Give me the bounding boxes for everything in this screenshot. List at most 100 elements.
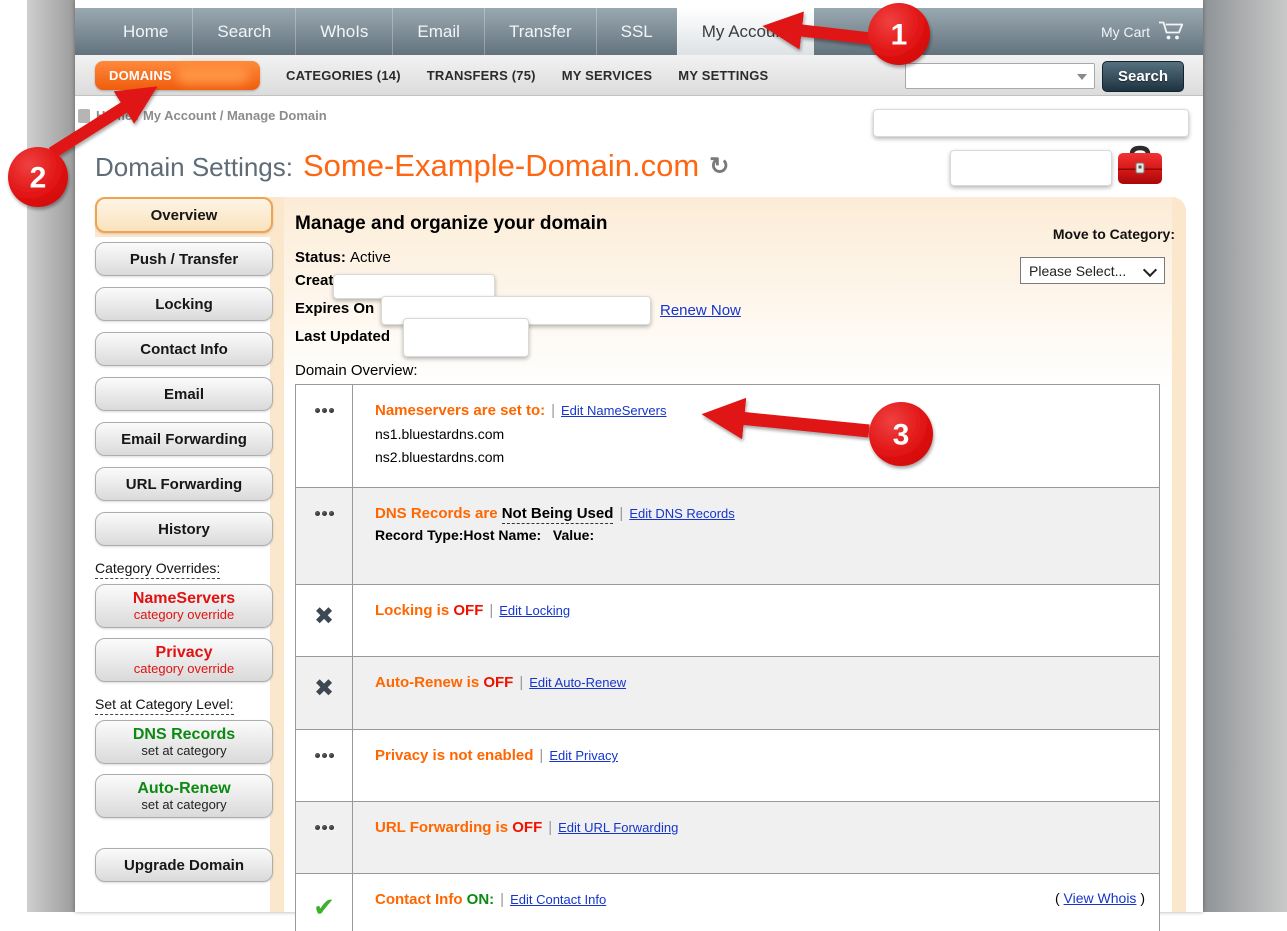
domain-overview-label: Domain Overview: bbox=[295, 362, 418, 379]
renew-now-container: Renew Now bbox=[660, 302, 741, 319]
x-mark-icon: ✖ bbox=[314, 605, 334, 656]
row-status-cell: ✔ bbox=[296, 874, 353, 931]
table-row-edit-locking: ✖ Locking is OFF|Edit Locking bbox=[296, 585, 1159, 657]
status-line: Status: Active bbox=[295, 249, 391, 266]
row-title-part: URL Forwarding is bbox=[375, 819, 512, 836]
sidebar-item-email-forwarding[interactable]: Email Forwarding bbox=[95, 422, 273, 456]
table-row-edit-dns-records: DNS Records are Not Being Used | Edit DNS … bbox=[296, 488, 1159, 585]
row-title: DNS Records are Not Being Used | Edit DNS … bbox=[375, 505, 1143, 522]
row-content-cell: Nameservers are set to:|Edit NameServers… bbox=[353, 385, 1159, 487]
edit-link-edit-dns-records[interactable]: Edit DNS Records bbox=[629, 506, 734, 521]
edit-link-edit-privacy[interactable]: Edit Privacy bbox=[549, 748, 618, 763]
sidebar-section-category-overrides: Category Overrides: bbox=[95, 560, 273, 576]
row-title-part: OFF bbox=[512, 819, 542, 836]
redacted-blur bbox=[177, 66, 249, 84]
subnav-item-my-settings[interactable]: MY SETTINGS bbox=[678, 68, 768, 83]
row-title: Privacy is not enabled|Edit Privacy bbox=[375, 747, 1143, 764]
topnav-tab-whois[interactable]: WhoIs bbox=[295, 8, 392, 55]
edit-link-edit-nameservers[interactable]: Edit NameServers bbox=[561, 403, 666, 418]
sidebar-item-push-transfer[interactable]: Push / Transfer bbox=[95, 242, 273, 276]
subnav-item-my-services[interactable]: MY SERVICES bbox=[562, 68, 653, 83]
redacted-account-info bbox=[873, 109, 1189, 137]
renew-now-link[interactable]: Renew Now bbox=[660, 302, 741, 319]
separator: | bbox=[551, 402, 555, 419]
sidebar-item-dns-records[interactable]: DNS Recordsset at category bbox=[95, 720, 273, 764]
breadcrumb-path[interactable]: Home / My Account / Manage Domain bbox=[96, 108, 327, 123]
sidebar-item-subtitle: set at category bbox=[141, 798, 226, 812]
toolbox-icon[interactable] bbox=[1115, 144, 1165, 194]
dot bbox=[329, 753, 334, 758]
sidebar-item-subtitle: category override bbox=[134, 608, 234, 622]
x-mark-icon: ✖ bbox=[314, 677, 334, 729]
sidebar: Overview Push / Transfer Locking Contact In… bbox=[95, 197, 273, 893]
domain-search-combobox[interactable] bbox=[905, 63, 1095, 89]
category-select-value: Please Select... bbox=[1029, 263, 1126, 279]
breadcrumb: Home / My Account / Manage Domain bbox=[78, 108, 327, 123]
row-status-cell bbox=[296, 385, 353, 487]
row-title-part: Not Being Used bbox=[502, 505, 614, 524]
category-select[interactable]: Please Select... bbox=[1020, 257, 1165, 284]
expires-label: Expires On bbox=[295, 300, 374, 317]
table-row-edit-nameservers: Nameservers are set to:|Edit NameServers… bbox=[296, 385, 1159, 488]
row-title-part: Contact Info bbox=[375, 891, 467, 908]
row-content-cell: Contact Info ON:|Edit Contact Info( View… bbox=[353, 874, 1159, 931]
row-detail-line: ns2.bluestardns.com bbox=[375, 449, 1143, 465]
window-edge-left bbox=[27, 0, 75, 912]
combobox-dropdown-icon[interactable] bbox=[1077, 74, 1087, 80]
domain-overview-table: Nameservers are set to:|Edit NameServers… bbox=[295, 384, 1160, 931]
window-edge-right bbox=[1203, 0, 1287, 912]
row-title-part: DNS Records are bbox=[375, 505, 502, 522]
sidebar-item-privacy[interactable]: Privacycategory override bbox=[95, 638, 273, 682]
sidebar-item-overview[interactable]: Overview bbox=[95, 197, 273, 233]
edit-link-edit-auto-renew[interactable]: Edit Auto-Renew bbox=[529, 675, 626, 690]
row-title-part: OFF bbox=[453, 602, 483, 619]
pending-dots-icon bbox=[315, 750, 334, 760]
sidebar-item-nameservers[interactable]: NameServerscategory override bbox=[95, 584, 273, 628]
topnav-tab-email[interactable]: Email bbox=[392, 8, 484, 55]
topnav-tab-home[interactable]: Home bbox=[99, 8, 192, 55]
topnav-tab-ssl[interactable]: SSL bbox=[596, 8, 677, 55]
sidebar-item-email[interactable]: Email bbox=[95, 377, 273, 411]
edit-link-edit-url-forwarding[interactable]: Edit URL Forwarding bbox=[558, 820, 678, 835]
sidebar-item-auto-renew[interactable]: Auto-Renewset at category bbox=[95, 774, 273, 818]
subnav-item-transfers-75[interactable]: TRANSFERS (75) bbox=[427, 68, 536, 83]
row-title: Locking is OFF|Edit Locking bbox=[375, 602, 1143, 619]
refresh-icon[interactable]: ↻ bbox=[709, 152, 729, 181]
separator: | bbox=[519, 674, 523, 691]
sidebar-item-history[interactable]: History bbox=[95, 512, 273, 546]
redacted-updated-date bbox=[403, 318, 529, 357]
sidebar-item-contact-info[interactable]: Contact Info bbox=[95, 332, 273, 366]
row-title-part: ON: bbox=[467, 891, 495, 908]
dot bbox=[322, 408, 327, 413]
edit-link-edit-contact-info[interactable]: Edit Contact Info bbox=[510, 892, 606, 907]
topnav-tab-transfer[interactable]: Transfer bbox=[484, 8, 596, 55]
sidebar-section-set-at-category-level: Set at Category Level: bbox=[95, 696, 273, 712]
pending-dots-icon bbox=[315, 405, 334, 415]
separator: | bbox=[539, 747, 543, 764]
subnav-item-domains[interactable]: DOMAINS bbox=[95, 61, 260, 90]
topnav-tab-search[interactable]: Search bbox=[192, 8, 295, 55]
dot bbox=[329, 408, 334, 413]
page-title-label: Domain Settings: bbox=[95, 152, 293, 183]
separator: | bbox=[619, 505, 623, 522]
status-label: Status: bbox=[295, 249, 346, 266]
row-content-cell: URL Forwarding is OFF | Edit URL Forwardin… bbox=[353, 802, 1159, 873]
section-heading: Manage and organize your domain bbox=[295, 213, 608, 235]
screenshot-stage: HomeSearchWhoIsEmailTransferSSLMy Accoun… bbox=[0, 0, 1287, 931]
updated-label: Last Updated bbox=[295, 328, 390, 345]
sidebar-item-url-forwarding[interactable]: URL Forwarding bbox=[95, 467, 273, 501]
view-whois-link[interactable]: View Whois bbox=[1064, 890, 1137, 906]
subnav-item-categories-14[interactable]: CATEGORIES (14) bbox=[286, 68, 401, 83]
row-title-part: Auto-Renew is bbox=[375, 674, 483, 691]
pending-dots-icon bbox=[315, 822, 334, 832]
topnav-tab-my-account[interactable]: My Account bbox=[677, 8, 814, 55]
separator: | bbox=[548, 819, 552, 836]
sidebar-item-upgrade-domain[interactable]: Upgrade Domain bbox=[95, 848, 273, 882]
my-cart-label: My Cart bbox=[1101, 24, 1150, 40]
domain-search-button[interactable]: Search bbox=[1102, 61, 1184, 92]
my-cart[interactable]: My Cart bbox=[1101, 8, 1185, 55]
sidebar-item-locking[interactable]: Locking bbox=[95, 287, 273, 321]
edit-link-edit-locking[interactable]: Edit Locking bbox=[499, 603, 570, 618]
sidebar-section-label: Set at Category Level: bbox=[95, 696, 234, 715]
account-sub-navigation: DOMAINS CATEGORIES (14) TRANSFERS (75) MY S… bbox=[75, 55, 1203, 96]
